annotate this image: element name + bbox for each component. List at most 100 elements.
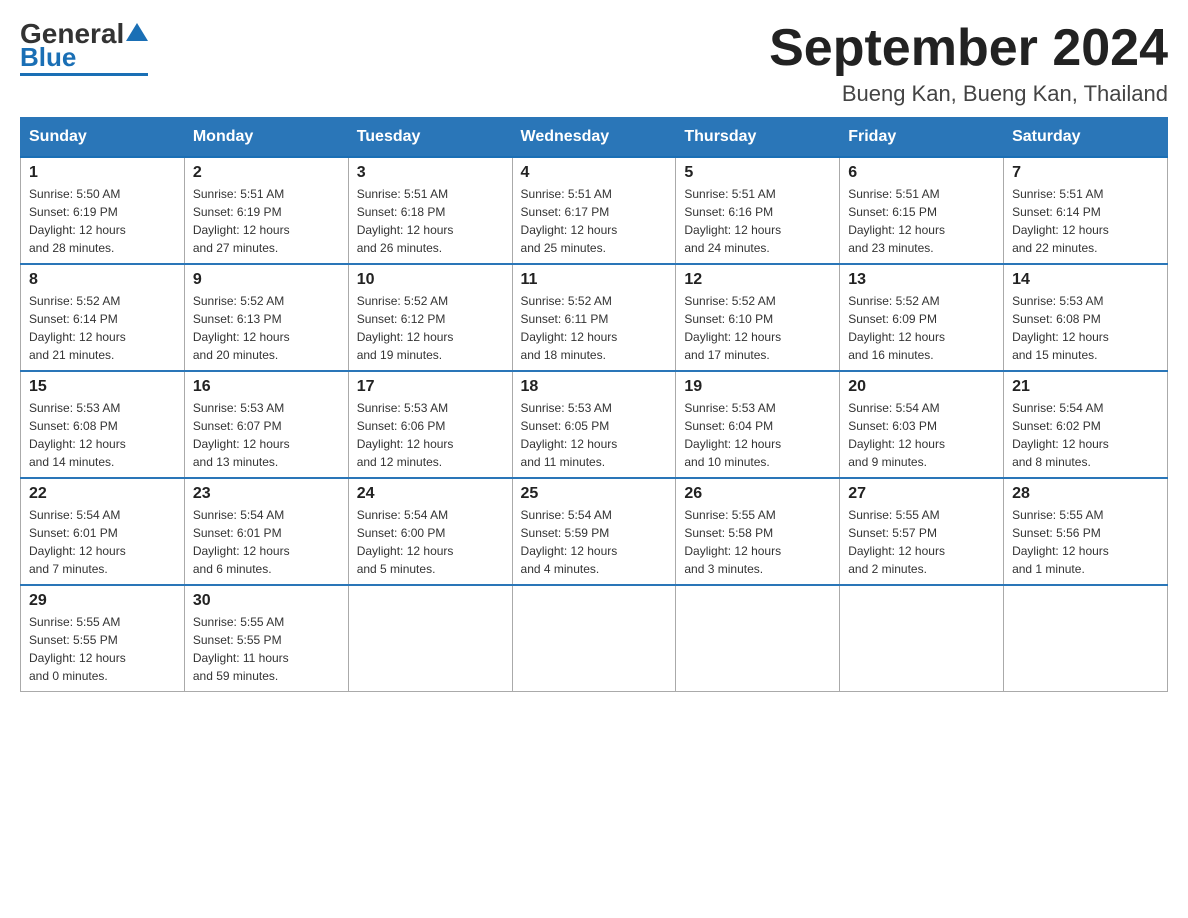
page-header: General Blue September 2024 Bueng Kan, B…: [20, 20, 1168, 107]
day-number: 1: [29, 164, 176, 182]
day-info: Sunrise: 5:51 AMSunset: 6:19 PMDaylight:…: [193, 187, 290, 255]
table-row: 27 Sunrise: 5:55 AMSunset: 5:57 PMDaylig…: [840, 478, 1004, 585]
month-title: September 2024: [769, 20, 1168, 77]
day-number: 3: [357, 164, 504, 182]
calendar-week-row: 15 Sunrise: 5:53 AMSunset: 6:08 PMDaylig…: [21, 371, 1168, 478]
day-number: 18: [521, 378, 668, 396]
title-section: September 2024 Bueng Kan, Bueng Kan, Tha…: [769, 20, 1168, 107]
day-info: Sunrise: 5:53 AMSunset: 6:05 PMDaylight:…: [521, 401, 618, 469]
day-number: 19: [684, 378, 831, 396]
day-info: Sunrise: 5:51 AMSunset: 6:18 PMDaylight:…: [357, 187, 454, 255]
calendar-table: Sunday Monday Tuesday Wednesday Thursday…: [20, 117, 1168, 692]
table-row: 10 Sunrise: 5:52 AMSunset: 6:12 PMDaylig…: [348, 264, 512, 371]
table-row: 24 Sunrise: 5:54 AMSunset: 6:00 PMDaylig…: [348, 478, 512, 585]
table-row: 18 Sunrise: 5:53 AMSunset: 6:05 PMDaylig…: [512, 371, 676, 478]
table-row: 15 Sunrise: 5:53 AMSunset: 6:08 PMDaylig…: [21, 371, 185, 478]
table-row: 6 Sunrise: 5:51 AMSunset: 6:15 PMDayligh…: [840, 157, 1004, 264]
table-row: [512, 585, 676, 692]
table-row: 2 Sunrise: 5:51 AMSunset: 6:19 PMDayligh…: [184, 157, 348, 264]
day-number: 13: [848, 271, 995, 289]
day-number: 22: [29, 485, 176, 503]
day-info: Sunrise: 5:52 AMSunset: 6:14 PMDaylight:…: [29, 294, 126, 362]
table-row: 3 Sunrise: 5:51 AMSunset: 6:18 PMDayligh…: [348, 157, 512, 264]
table-row: [840, 585, 1004, 692]
day-info: Sunrise: 5:53 AMSunset: 6:04 PMDaylight:…: [684, 401, 781, 469]
col-thursday: Thursday: [676, 118, 840, 158]
table-row: 7 Sunrise: 5:51 AMSunset: 6:14 PMDayligh…: [1004, 157, 1168, 264]
day-number: 27: [848, 485, 995, 503]
day-info: Sunrise: 5:55 AMSunset: 5:58 PMDaylight:…: [684, 508, 781, 576]
calendar-week-row: 8 Sunrise: 5:52 AMSunset: 6:14 PMDayligh…: [21, 264, 1168, 371]
day-info: Sunrise: 5:51 AMSunset: 6:15 PMDaylight:…: [848, 187, 945, 255]
day-number: 14: [1012, 271, 1159, 289]
table-row: 28 Sunrise: 5:55 AMSunset: 5:56 PMDaylig…: [1004, 478, 1168, 585]
day-number: 21: [1012, 378, 1159, 396]
day-info: Sunrise: 5:52 AMSunset: 6:09 PMDaylight:…: [848, 294, 945, 362]
day-number: 25: [521, 485, 668, 503]
day-number: 7: [1012, 164, 1159, 182]
day-info: Sunrise: 5:54 AMSunset: 6:01 PMDaylight:…: [29, 508, 126, 576]
day-number: 4: [521, 164, 668, 182]
calendar-week-row: 1 Sunrise: 5:50 AMSunset: 6:19 PMDayligh…: [21, 157, 1168, 264]
location-subtitle: Bueng Kan, Bueng Kan, Thailand: [769, 81, 1168, 107]
day-number: 10: [357, 271, 504, 289]
day-info: Sunrise: 5:53 AMSunset: 6:08 PMDaylight:…: [29, 401, 126, 469]
col-saturday: Saturday: [1004, 118, 1168, 158]
day-info: Sunrise: 5:50 AMSunset: 6:19 PMDaylight:…: [29, 187, 126, 255]
table-row: 21 Sunrise: 5:54 AMSunset: 6:02 PMDaylig…: [1004, 371, 1168, 478]
day-info: Sunrise: 5:54 AMSunset: 6:00 PMDaylight:…: [357, 508, 454, 576]
day-number: 12: [684, 271, 831, 289]
col-friday: Friday: [840, 118, 1004, 158]
table-row: 17 Sunrise: 5:53 AMSunset: 6:06 PMDaylig…: [348, 371, 512, 478]
day-number: 5: [684, 164, 831, 182]
calendar-week-row: 29 Sunrise: 5:55 AMSunset: 5:55 PMDaylig…: [21, 585, 1168, 692]
day-info: Sunrise: 5:54 AMSunset: 5:59 PMDaylight:…: [521, 508, 618, 576]
calendar-week-row: 22 Sunrise: 5:54 AMSunset: 6:01 PMDaylig…: [21, 478, 1168, 585]
table-row: 22 Sunrise: 5:54 AMSunset: 6:01 PMDaylig…: [21, 478, 185, 585]
table-row: 1 Sunrise: 5:50 AMSunset: 6:19 PMDayligh…: [21, 157, 185, 264]
day-info: Sunrise: 5:52 AMSunset: 6:12 PMDaylight:…: [357, 294, 454, 362]
day-info: Sunrise: 5:53 AMSunset: 6:07 PMDaylight:…: [193, 401, 290, 469]
table-row: 16 Sunrise: 5:53 AMSunset: 6:07 PMDaylig…: [184, 371, 348, 478]
day-number: 26: [684, 485, 831, 503]
logo-underline: [20, 73, 148, 76]
day-number: 29: [29, 592, 176, 610]
day-info: Sunrise: 5:53 AMSunset: 6:08 PMDaylight:…: [1012, 294, 1109, 362]
col-tuesday: Tuesday: [348, 118, 512, 158]
table-row: 8 Sunrise: 5:52 AMSunset: 6:14 PMDayligh…: [21, 264, 185, 371]
day-number: 17: [357, 378, 504, 396]
table-row: [1004, 585, 1168, 692]
day-number: 11: [521, 271, 668, 289]
table-row: 19 Sunrise: 5:53 AMSunset: 6:04 PMDaylig…: [676, 371, 840, 478]
col-monday: Monday: [184, 118, 348, 158]
day-info: Sunrise: 5:53 AMSunset: 6:06 PMDaylight:…: [357, 401, 454, 469]
logo: General Blue: [20, 20, 148, 76]
calendar-header-row: Sunday Monday Tuesday Wednesday Thursday…: [21, 118, 1168, 158]
day-info: Sunrise: 5:52 AMSunset: 6:10 PMDaylight:…: [684, 294, 781, 362]
table-row: 26 Sunrise: 5:55 AMSunset: 5:58 PMDaylig…: [676, 478, 840, 585]
table-row: 14 Sunrise: 5:53 AMSunset: 6:08 PMDaylig…: [1004, 264, 1168, 371]
day-number: 2: [193, 164, 340, 182]
table-row: 4 Sunrise: 5:51 AMSunset: 6:17 PMDayligh…: [512, 157, 676, 264]
day-number: 30: [193, 592, 340, 610]
day-info: Sunrise: 5:54 AMSunset: 6:02 PMDaylight:…: [1012, 401, 1109, 469]
table-row: 12 Sunrise: 5:52 AMSunset: 6:10 PMDaylig…: [676, 264, 840, 371]
logo-blue: Blue: [20, 42, 76, 72]
day-number: 20: [848, 378, 995, 396]
table-row: 9 Sunrise: 5:52 AMSunset: 6:13 PMDayligh…: [184, 264, 348, 371]
table-row: 11 Sunrise: 5:52 AMSunset: 6:11 PMDaylig…: [512, 264, 676, 371]
day-number: 28: [1012, 485, 1159, 503]
day-info: Sunrise: 5:51 AMSunset: 6:14 PMDaylight:…: [1012, 187, 1109, 255]
table-row: 30 Sunrise: 5:55 AMSunset: 5:55 PMDaylig…: [184, 585, 348, 692]
day-info: Sunrise: 5:54 AMSunset: 6:03 PMDaylight:…: [848, 401, 945, 469]
day-number: 24: [357, 485, 504, 503]
day-info: Sunrise: 5:55 AMSunset: 5:55 PMDaylight:…: [29, 615, 126, 683]
day-info: Sunrise: 5:55 AMSunset: 5:57 PMDaylight:…: [848, 508, 945, 576]
day-info: Sunrise: 5:51 AMSunset: 6:17 PMDaylight:…: [521, 187, 618, 255]
day-info: Sunrise: 5:54 AMSunset: 6:01 PMDaylight:…: [193, 508, 290, 576]
day-info: Sunrise: 5:52 AMSunset: 6:11 PMDaylight:…: [521, 294, 618, 362]
table-row: 5 Sunrise: 5:51 AMSunset: 6:16 PMDayligh…: [676, 157, 840, 264]
table-row: 29 Sunrise: 5:55 AMSunset: 5:55 PMDaylig…: [21, 585, 185, 692]
table-row: 25 Sunrise: 5:54 AMSunset: 5:59 PMDaylig…: [512, 478, 676, 585]
day-info: Sunrise: 5:55 AMSunset: 5:56 PMDaylight:…: [1012, 508, 1109, 576]
